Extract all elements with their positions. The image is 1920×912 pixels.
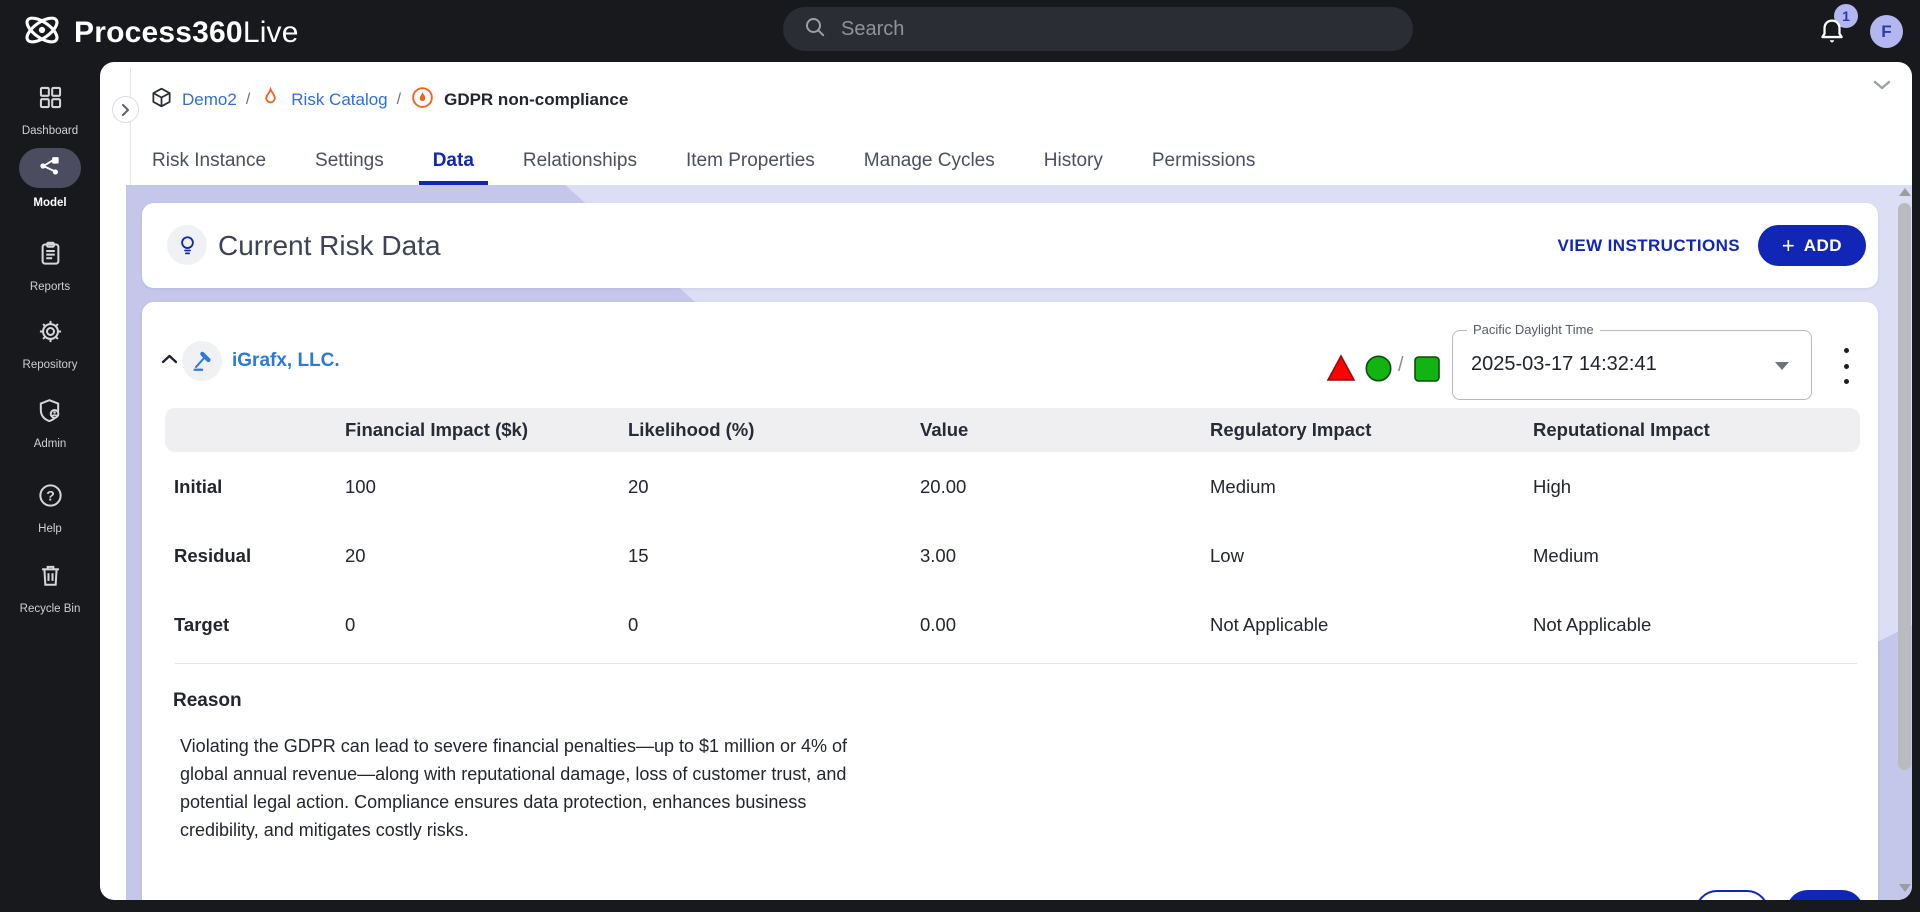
plus-icon: + — [1782, 235, 1795, 257]
timestamp-select[interactable]: Pacific Daylight Time 2025-03-17 14:32:4… — [1452, 330, 1812, 400]
search-icon — [803, 15, 827, 44]
chevron-down-icon[interactable] — [1872, 78, 1892, 96]
breadcrumb-separator: / — [397, 91, 401, 109]
table-row-target: Target 0 0 0.00 Not Applicable Not Appli… — [165, 590, 1860, 659]
col-reputational-impact: Reputational Impact — [1533, 419, 1860, 441]
scroll-up-arrow[interactable] — [1899, 188, 1911, 196]
col-likelihood: Likelihood (%) — [628, 419, 920, 441]
more-options-button[interactable] — [1840, 348, 1852, 384]
sidebar-nav: Dashboard Model Reports — [0, 62, 100, 912]
primary-action-button[interactable] — [1786, 890, 1864, 900]
top-bar: Process360Live Search 1 F — [0, 0, 1920, 62]
reason-text: Violating the GDPR can lead to severe fi… — [180, 732, 875, 844]
table-header-row: Financial Impact ($k) Likelihood (%) Val… — [165, 408, 1860, 452]
collapse-section-icon[interactable] — [160, 352, 179, 370]
timezone-label: Pacific Daylight Time — [1467, 322, 1600, 337]
section-divider — [175, 663, 1857, 664]
logo-text: Process360Live — [74, 16, 299, 50]
reason-label: Reason — [173, 690, 242, 712]
help-icon: ? — [37, 482, 64, 514]
secondary-action-button[interactable] — [1695, 890, 1769, 900]
status-separator: / — [1398, 354, 1404, 377]
bell-icon — [1816, 16, 1848, 53]
sidebar-item-dashboard[interactable]: Dashboard — [0, 84, 100, 137]
breadcrumb-separator: / — [246, 91, 250, 109]
view-instructions-button[interactable]: VIEW INSTRUCTIONS — [1558, 236, 1740, 256]
svg-text:?: ? — [46, 487, 55, 503]
tab-bar: Risk Instance Settings Data Relationship… — [138, 140, 1269, 185]
status-triangle-red-icon — [1326, 354, 1356, 387]
scrollbar-thumb[interactable] — [1898, 203, 1911, 770]
table-row-initial: Initial 100 20 20.00 Medium High — [165, 452, 1860, 521]
tab-data[interactable]: Data — [419, 140, 488, 185]
user-avatar[interactable]: F — [1870, 15, 1903, 48]
active-pill — [19, 148, 81, 188]
col-regulatory-impact: Regulatory Impact — [1210, 419, 1533, 441]
col-value: Value — [920, 419, 1210, 441]
tab-history[interactable]: History — [1030, 140, 1117, 185]
current-risk-data-header-card: Current Risk Data VIEW INSTRUCTIONS + AD… — [142, 203, 1878, 288]
flame-icon — [259, 86, 282, 114]
company-gavel-icon — [182, 341, 222, 381]
breadcrumb-link-demo2[interactable]: Demo2 — [182, 90, 237, 110]
timestamp-value: 2025-03-17 14:32:41 — [1471, 353, 1657, 376]
dashboard-icon — [37, 84, 64, 116]
notifications-button[interactable]: 1 — [1808, 2, 1866, 58]
sidebar-item-help[interactable]: ? Help — [0, 482, 100, 535]
search-input[interactable]: Search — [783, 7, 1413, 51]
sidebar-item-model[interactable]: Model — [0, 148, 100, 209]
risk-data-card: iGrafx, LLC. / Pacific Daylight Time 202… — [142, 302, 1878, 900]
breadcrumb-link-risk-catalog[interactable]: Risk Catalog — [291, 90, 387, 110]
breadcrumb: Demo2 / Risk Catalog / GDPR non-complian… — [150, 84, 628, 116]
admin-shield-icon — [37, 397, 64, 429]
page-title: Current Risk Data — [218, 230, 441, 262]
logo-atom-icon — [20, 8, 64, 57]
breadcrumb-current: GDPR non-compliance — [444, 90, 628, 110]
app-logo[interactable]: Process360Live — [20, 8, 299, 57]
panel-divider — [130, 68, 131, 185]
tab-relationships[interactable]: Relationships — [509, 140, 651, 185]
reports-icon — [37, 240, 64, 272]
model-icon — [37, 153, 63, 184]
sidebar-item-admin[interactable]: Admin — [0, 397, 100, 450]
lightbulb-icon — [167, 225, 207, 265]
select-caret-icon — [1775, 362, 1789, 370]
sidebar-item-recycle-bin[interactable]: Recycle Bin — [0, 562, 100, 615]
tab-settings[interactable]: Settings — [301, 140, 398, 185]
company-link[interactable]: iGrafx, LLC. — [232, 350, 340, 372]
search-placeholder: Search — [841, 18, 904, 41]
col-financial-impact: Financial Impact ($k) — [345, 419, 628, 441]
tab-item-properties[interactable]: Item Properties — [672, 140, 829, 185]
tab-permissions[interactable]: Permissions — [1138, 140, 1269, 185]
cube-icon — [150, 86, 173, 114]
add-button[interactable]: + ADD — [1758, 225, 1866, 266]
tab-manage-cycles[interactable]: Manage Cycles — [850, 140, 1009, 185]
main-panel: Demo2 / Risk Catalog / GDPR non-complian… — [100, 62, 1912, 900]
flame-circle-icon — [410, 85, 435, 115]
status-square-green-icon — [1413, 355, 1441, 388]
tab-risk-instance[interactable]: Risk Instance — [138, 140, 280, 185]
table-row-residual: Residual 20 15 3.00 Low Medium — [165, 521, 1860, 590]
scroll-down-arrow[interactable] — [1899, 884, 1911, 892]
status-circle-green-icon — [1364, 354, 1393, 388]
expand-panel-button[interactable] — [112, 96, 139, 123]
recycle-bin-icon — [37, 562, 64, 594]
repository-gear-icon — [37, 318, 64, 350]
sidebar-item-reports[interactable]: Reports — [0, 240, 100, 293]
sidebar-item-repository[interactable]: Repository — [0, 318, 100, 371]
